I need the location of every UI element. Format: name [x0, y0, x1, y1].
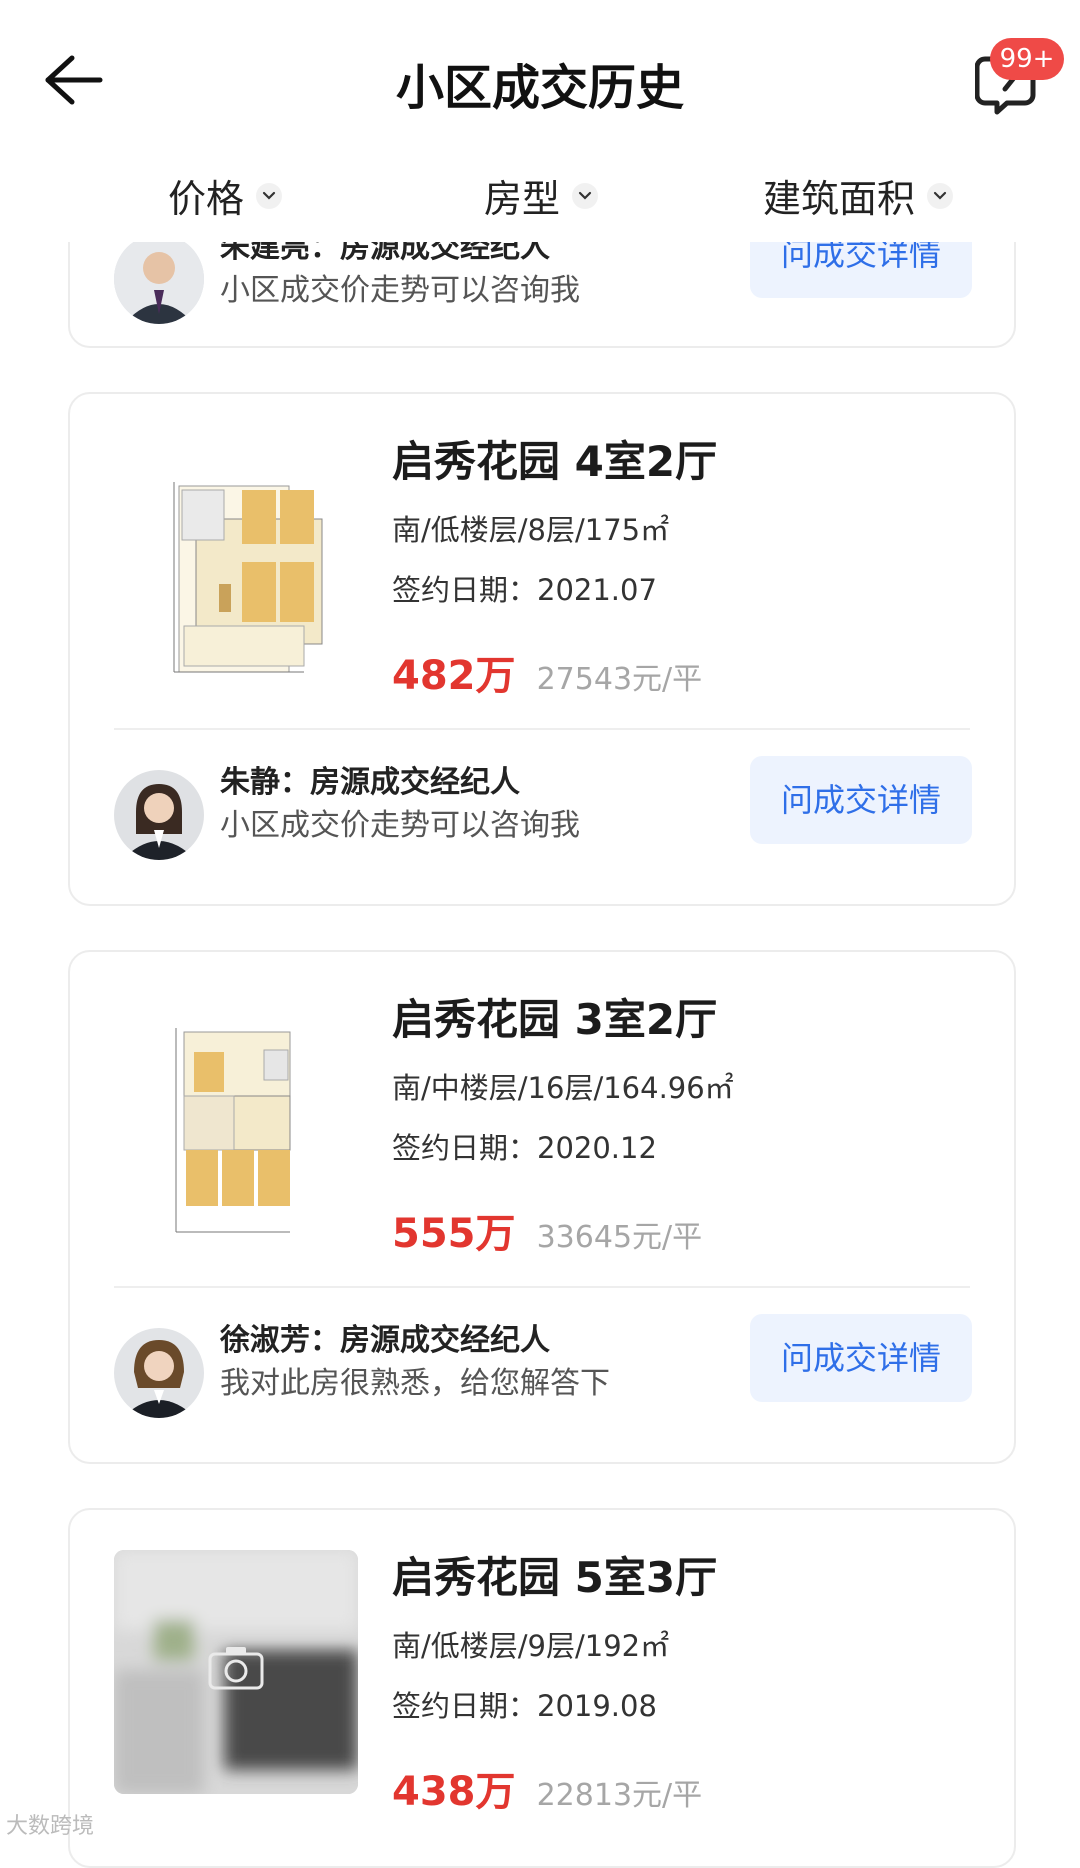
unit-price: 33645元/平: [536, 1220, 703, 1255]
ask-deal-details-button[interactable]: 问成交详情: [750, 1314, 972, 1402]
filter-price[interactable]: 价格: [168, 168, 283, 223]
filter-label: 价格: [168, 177, 245, 221]
listing-name: 启秀花园 3室2厅: [392, 995, 718, 1044]
watermark: 大数跨境: [6, 1814, 95, 1839]
listing-name: 启秀花园 4室2厅: [392, 437, 718, 486]
agent-avatar: [114, 234, 204, 324]
top-nav-bar: 小区成交历史 99+: [0, 0, 1080, 160]
total-price: 438万: [392, 1769, 516, 1815]
listing-card[interactable]: 启秀花园 3室2厅 南/中楼层/16层/164.96㎡ 签约日期：2020.12…: [68, 950, 1016, 1464]
listing-meta: 南/中楼层/16层/164.96㎡: [392, 1071, 734, 1105]
listing-photo-placeholder: [114, 1550, 358, 1794]
listing-meta: 南/低楼层/9层/192㎡: [392, 1629, 670, 1663]
page-title: 小区成交历史: [395, 60, 684, 116]
filter-layout[interactable]: 房型: [484, 168, 599, 223]
divider: [114, 1286, 970, 1288]
filter-area[interactable]: 建筑面积: [763, 168, 954, 223]
divider: [114, 728, 970, 730]
sign-date: 签约日期：2019.08: [392, 1689, 657, 1723]
listing-card[interactable]: 启秀花园 5室3厅 南/低楼层/9层/192㎡ 签约日期：2019.08 438…: [68, 1508, 1016, 1868]
floor-plan-image: [114, 434, 358, 678]
chevron-down-icon: [572, 182, 599, 209]
unit-price: 27543元/平: [536, 662, 703, 697]
filter-label: 房型: [484, 177, 561, 221]
sign-date: 签约日期：2020.12: [392, 1131, 657, 1165]
agent-title: 朱静：房源成交经纪人: [220, 765, 520, 800]
agent-title: 徐淑芳：房源成交经纪人: [220, 1323, 550, 1358]
sign-date: 签约日期：2021.07: [392, 573, 657, 607]
agent-avatar: [114, 770, 204, 860]
listing-meta: 南/低楼层/8层/175㎡: [392, 513, 670, 547]
filter-label: 建筑面积: [763, 177, 916, 221]
agent-subtitle: 小区成交价走势可以咨询我: [220, 273, 580, 308]
listing-info: 启秀花园 4室2厅 南/低楼层/8层/175㎡ 签约日期：2021.07 482…: [392, 428, 717, 701]
camera-icon: [208, 1647, 264, 1690]
listing-name: 启秀花园 5室3厅: [392, 1553, 718, 1602]
chevron-down-icon: [256, 182, 283, 209]
listing-info: 启秀花园 3室2厅 南/中楼层/16层/164.96㎡ 签约日期：2020.12…: [392, 986, 734, 1259]
agent-avatar: [114, 1328, 204, 1418]
floor-plan-image: [114, 992, 358, 1236]
unread-badge: 99+: [990, 38, 1064, 80]
total-price: 555万: [392, 1211, 516, 1257]
agent-subtitle: 我对此房很熟悉，给您解答下: [220, 1366, 610, 1401]
ask-deal-details-button[interactable]: 问成交详情: [750, 756, 972, 844]
chevron-down-icon: [927, 182, 954, 209]
unit-price: 22813元/平: [536, 1778, 703, 1813]
agent-subtitle: 小区成交价走势可以咨询我: [220, 808, 580, 843]
listing-info: 启秀花园 5室3厅 南/低楼层/9层/192㎡ 签约日期：2019.08 438…: [392, 1544, 717, 1817]
listing-card[interactable]: 启秀花园 4室2厅 南/低楼层/8层/175㎡ 签约日期：2021.07 482…: [68, 392, 1016, 906]
total-price: 482万: [392, 653, 516, 699]
filter-bar: 价格 房型 建筑面积: [0, 160, 1080, 242]
